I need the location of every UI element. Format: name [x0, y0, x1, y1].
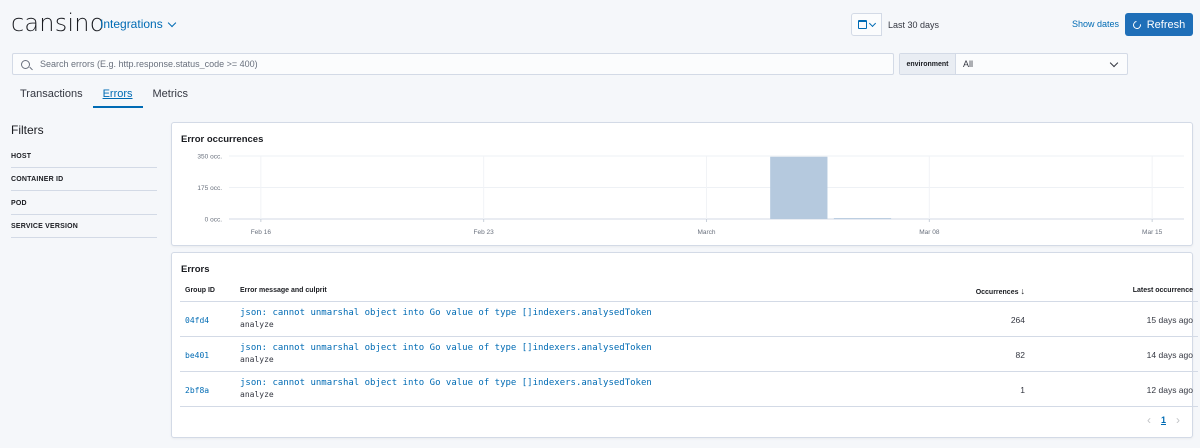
integrations-label: Integrations	[100, 17, 163, 31]
page-number[interactable]: 1	[1161, 415, 1166, 425]
error-culprit: analyze	[240, 390, 274, 399]
next-page-icon[interactable]: ›	[1176, 413, 1180, 427]
errors-title: Errors	[181, 264, 210, 275]
integrations-menu-button[interactable]: Integrations	[100, 17, 176, 31]
chevron-down-icon	[1109, 58, 1119, 67]
refresh-icon	[1131, 18, 1143, 31]
environment-label: environment	[900, 54, 956, 74]
error-message-link[interactable]: json: cannot unmarshal object into Go va…	[240, 342, 900, 354]
date-picker: Last 30 days	[851, 13, 1109, 36]
x-tick-label: Feb 16	[251, 229, 272, 236]
tab-metrics[interactable]: Metrics	[143, 85, 198, 108]
error-message-link[interactable]: json: cannot unmarshal object into Go va…	[240, 307, 900, 319]
refresh-label: Refresh	[1146, 18, 1186, 31]
chevron-down-icon	[167, 18, 176, 27]
column-occurrences-label: Occurrences	[975, 288, 1019, 296]
latest-occurrence-value: 14 days ago	[1146, 349, 1193, 360]
column-occurrences[interactable]: Occurrences ↓	[905, 281, 1030, 302]
filter-service-version[interactable]: SERVICE VERSION	[11, 215, 157, 238]
environment-filter: environment All	[899, 53, 1128, 75]
table-row: 04fd4 json: cannot unmarshal object into…	[180, 301, 1198, 337]
group-id-link[interactable]: 04fd4	[185, 316, 209, 325]
column-message[interactable]: Error message and culprit	[235, 281, 905, 302]
prev-page-icon[interactable]: ‹	[1147, 413, 1151, 427]
pagination: ‹ 1 ›	[1147, 413, 1180, 427]
errors-table: Group ID Error message and culprit Occur…	[180, 281, 1198, 407]
quick-select-button[interactable]	[851, 13, 882, 36]
x-tick-label: Mar 15	[1142, 229, 1163, 236]
tab-transactions[interactable]: Transactions	[10, 85, 93, 108]
show-dates-link[interactable]: Show dates	[1072, 19, 1119, 29]
top-bar: cansino Integrations Last 30 days Show d…	[0, 0, 1200, 50]
group-id-link[interactable]: be401	[185, 351, 209, 360]
latest-occurrence-value: 12 days ago	[1146, 384, 1193, 395]
table-header-row: Group ID Error message and culprit Occur…	[180, 281, 1198, 302]
search-icon	[21, 59, 30, 69]
error-message-link[interactable]: json: cannot unmarshal object into Go va…	[240, 377, 900, 389]
refresh-button[interactable]: Refresh	[1125, 13, 1193, 36]
latest-occurrence-value: 15 days ago	[1146, 314, 1193, 325]
tab-errors[interactable]: Errors	[92, 85, 143, 108]
error-occurrences-panel: Error occurrences 350 occ. 175 occ. 0 occ.…	[171, 122, 1193, 246]
sort-down-icon: ↓	[1020, 285, 1026, 296]
chevron-down-icon	[868, 19, 877, 27]
calendar-icon	[858, 20, 867, 29]
environment-value: All	[963, 59, 974, 69]
x-tick-label: March	[697, 229, 715, 236]
occurrences-value: 264	[1010, 314, 1025, 325]
error-culprit: analyze	[240, 320, 274, 329]
filter-pod[interactable]: POD	[11, 192, 157, 215]
environment-select[interactable]: All	[956, 54, 1127, 74]
search-bar	[12, 53, 894, 75]
filter-container-id[interactable]: CONTAINER ID	[11, 168, 157, 191]
chart-bar	[770, 156, 828, 219]
column-latest-occurrence[interactable]: Latest occurrence	[1030, 281, 1198, 302]
filter-host[interactable]: HOST	[11, 145, 157, 168]
table-row: 2bf8a json: cannot unmarshal object into…	[180, 371, 1198, 407]
column-group-id[interactable]: Group ID	[180, 281, 235, 302]
occurrences-value: 1	[1020, 384, 1025, 395]
occurrences-value: 82	[1015, 349, 1025, 360]
x-tick-label: Feb 23	[474, 229, 495, 236]
error-culprit: analyze	[240, 355, 274, 364]
search-input[interactable]	[40, 59, 840, 69]
occurrences-chart: 350 occ. 175 occ. 0 occ. Feb 16 Feb 23 March M…	[197, 154, 1184, 236]
x-tick-label: Mar 08	[919, 229, 940, 236]
app-logo[interactable]: cansino	[11, 9, 105, 37]
group-id-link[interactable]: 2bf8a	[185, 386, 209, 395]
tab-bar: Transactions Errors Metrics	[10, 85, 198, 109]
filters-title: Filters	[11, 123, 44, 137]
y-tick-label: 175 occ.	[197, 185, 222, 192]
chart-bar	[833, 218, 892, 220]
y-tick-label: 350 occ.	[197, 154, 222, 161]
y-tick-label: 0 occ.	[205, 217, 223, 224]
errors-panel: Errors Group ID Error message and culpri…	[171, 252, 1198, 438]
table-row: be401 json: cannot unmarshal object into…	[180, 336, 1198, 372]
date-range-text[interactable]: Last 30 days	[888, 20, 939, 30]
